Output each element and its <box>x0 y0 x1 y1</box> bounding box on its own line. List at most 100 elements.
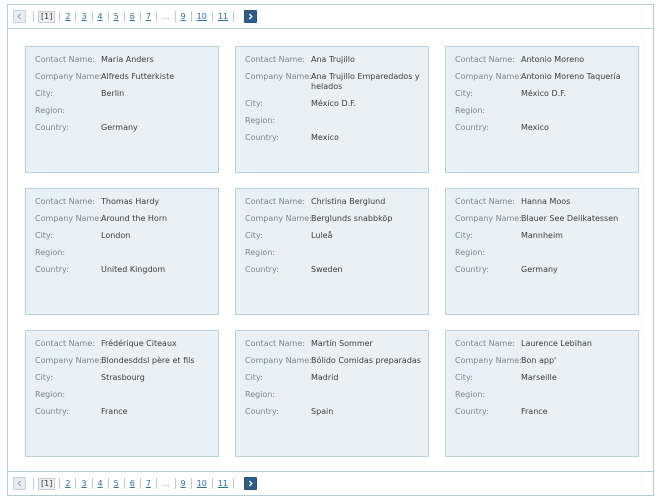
pager-separator <box>123 11 125 22</box>
region-label: Region: <box>35 106 66 115</box>
country-value: Mexico <box>311 133 339 142</box>
city-value: Strasbourg <box>101 373 145 382</box>
pager-page-7[interactable]: 7 <box>145 12 152 22</box>
chevron-left-icon <box>17 480 22 487</box>
pager-page-2[interactable]: 2 <box>64 479 71 489</box>
pager-page-11[interactable]: 11 <box>217 479 229 489</box>
country-label: Country: <box>455 407 489 416</box>
customer-card: Contact Name: Frédérique Citeaux Company … <box>25 330 219 457</box>
customer-card: Contact Name: Hanna Moos Company Name: Bla… <box>445 188 639 315</box>
contact-name-value: Laurence Lebihan <box>521 339 592 348</box>
pager-page-9[interactable]: 9 <box>180 12 187 22</box>
country-value: United Kingdom <box>101 265 166 274</box>
company-name-label: Company Name: <box>35 356 102 365</box>
city-label: City: <box>35 89 53 98</box>
pager-top: [1] 2 3 4 5 6 7 ... 9 10 11 <box>8 5 653 29</box>
pager-page-5[interactable]: 5 <box>113 12 120 22</box>
pager-page-3[interactable]: 3 <box>80 479 87 489</box>
country-value: Sweden <box>311 265 343 274</box>
pager-page-6[interactable]: 6 <box>129 479 136 489</box>
company-name-value: Blondesddsl père et fils <box>101 356 195 365</box>
country-label: Country: <box>35 265 69 274</box>
region-label: Region: <box>245 248 276 257</box>
company-name-value: Bólido Comidas preparadas <box>311 356 421 365</box>
contact-name-label: Contact Name: <box>245 339 305 348</box>
contact-name-label: Contact Name: <box>455 197 515 206</box>
pager-page-3[interactable]: 3 <box>80 12 87 22</box>
pager-separator <box>233 11 235 22</box>
country-label: Country: <box>35 407 69 416</box>
pager-page-10[interactable]: 10 <box>196 479 208 489</box>
pager-page-6[interactable]: 6 <box>129 12 136 22</box>
pager-separator <box>233 478 235 489</box>
customer-card: Contact Name: Antonio Moreno Company Name… <box>445 46 639 173</box>
pager-page-2[interactable]: 2 <box>64 12 71 22</box>
city-value: México D.F. <box>311 99 357 108</box>
pager-page-11[interactable]: 11 <box>217 12 229 22</box>
pager-separator <box>211 11 213 22</box>
city-label: City: <box>245 231 263 240</box>
company-name-value: Alfreds Futterkiste <box>101 72 175 81</box>
pager-separator <box>211 478 213 489</box>
country-value: France <box>101 407 128 416</box>
pager-separator <box>174 11 176 22</box>
country-value: Mexico <box>521 123 549 132</box>
pager-separator <box>91 11 93 22</box>
next-page-button[interactable] <box>244 477 258 490</box>
company-name-value: Antonio Moreno Taquería <box>521 72 621 81</box>
customer-card: Contact Name: Christina Berglund Company … <box>235 188 429 315</box>
prev-page-button[interactable] <box>13 10 26 23</box>
city-value: México D.F. <box>521 89 567 98</box>
city-value: Berlin <box>101 89 125 98</box>
pager-separator <box>190 478 192 489</box>
city-value: Luleå <box>311 231 333 240</box>
pager-page-4[interactable]: 4 <box>97 479 104 489</box>
city-label: City: <box>455 89 473 98</box>
pager-page-4[interactable]: 4 <box>97 12 104 22</box>
pager-separator <box>190 11 192 22</box>
company-name-value: Berglunds snabbköp <box>311 214 393 223</box>
pager-page-7[interactable]: 7 <box>145 479 152 489</box>
pager-page-9[interactable]: 9 <box>180 479 187 489</box>
region-label: Region: <box>245 390 276 399</box>
company-name-label: Company Name: <box>455 214 522 223</box>
pager-bottom: [1] 2 3 4 5 6 7 ... 9 10 11 <box>8 471 653 495</box>
pager-ellipsis: ... <box>161 11 170 21</box>
country-label: Country: <box>245 133 279 142</box>
company-name-value: Around the Horn <box>101 214 168 223</box>
city-label: City: <box>455 373 473 382</box>
chevron-left-icon <box>17 13 22 20</box>
pager-separator <box>33 11 34 22</box>
customer-card: Contact Name: Martín Sommer Company Name:… <box>235 330 429 457</box>
country-label: Country: <box>455 265 489 274</box>
pager-current-page: [1] <box>38 477 56 490</box>
contact-name-value: Hanna Moos <box>521 197 571 206</box>
company-name-label: Company Name: <box>35 214 102 223</box>
contact-name-label: Contact Name: <box>455 339 515 348</box>
city-label: City: <box>35 373 53 382</box>
pager-separator <box>174 478 176 489</box>
region-label: Region: <box>455 390 486 399</box>
next-page-button[interactable] <box>244 10 258 23</box>
pager-separator <box>139 11 141 22</box>
city-label: City: <box>245 99 263 108</box>
pager-page-10[interactable]: 10 <box>196 12 208 22</box>
region-label: Region: <box>245 116 276 125</box>
contact-name-value: Thomas Hardy <box>101 197 160 206</box>
city-value: Madrid <box>311 373 339 382</box>
customer-card: Contact Name: Ana Trujillo Company Name: A… <box>235 46 429 173</box>
chevron-right-icon <box>248 480 253 487</box>
company-name-label: Company Name: <box>245 356 312 365</box>
prev-page-button[interactable] <box>13 477 26 490</box>
company-name-label: Company Name: <box>455 356 522 365</box>
contact-name-label: Contact Name: <box>35 339 95 348</box>
contact-name-value: Frédérique Citeaux <box>101 339 177 348</box>
pager-page-5[interactable]: 5 <box>113 479 120 489</box>
city-label: City: <box>455 231 473 240</box>
customer-card: Contact Name: Thomas Hardy Company Name: A… <box>25 188 219 315</box>
customer-card: Contact Name: Maria Anders Company Name: A… <box>25 46 219 173</box>
customer-card-grid: Contact Name: Maria Anders Company Name: A… <box>25 46 644 458</box>
contact-name-value: Maria Anders <box>101 55 154 64</box>
region-label: Region: <box>455 248 486 257</box>
customer-list-view: [1] 2 3 4 5 6 7 ... 9 10 11 Contact Name… <box>7 4 654 496</box>
